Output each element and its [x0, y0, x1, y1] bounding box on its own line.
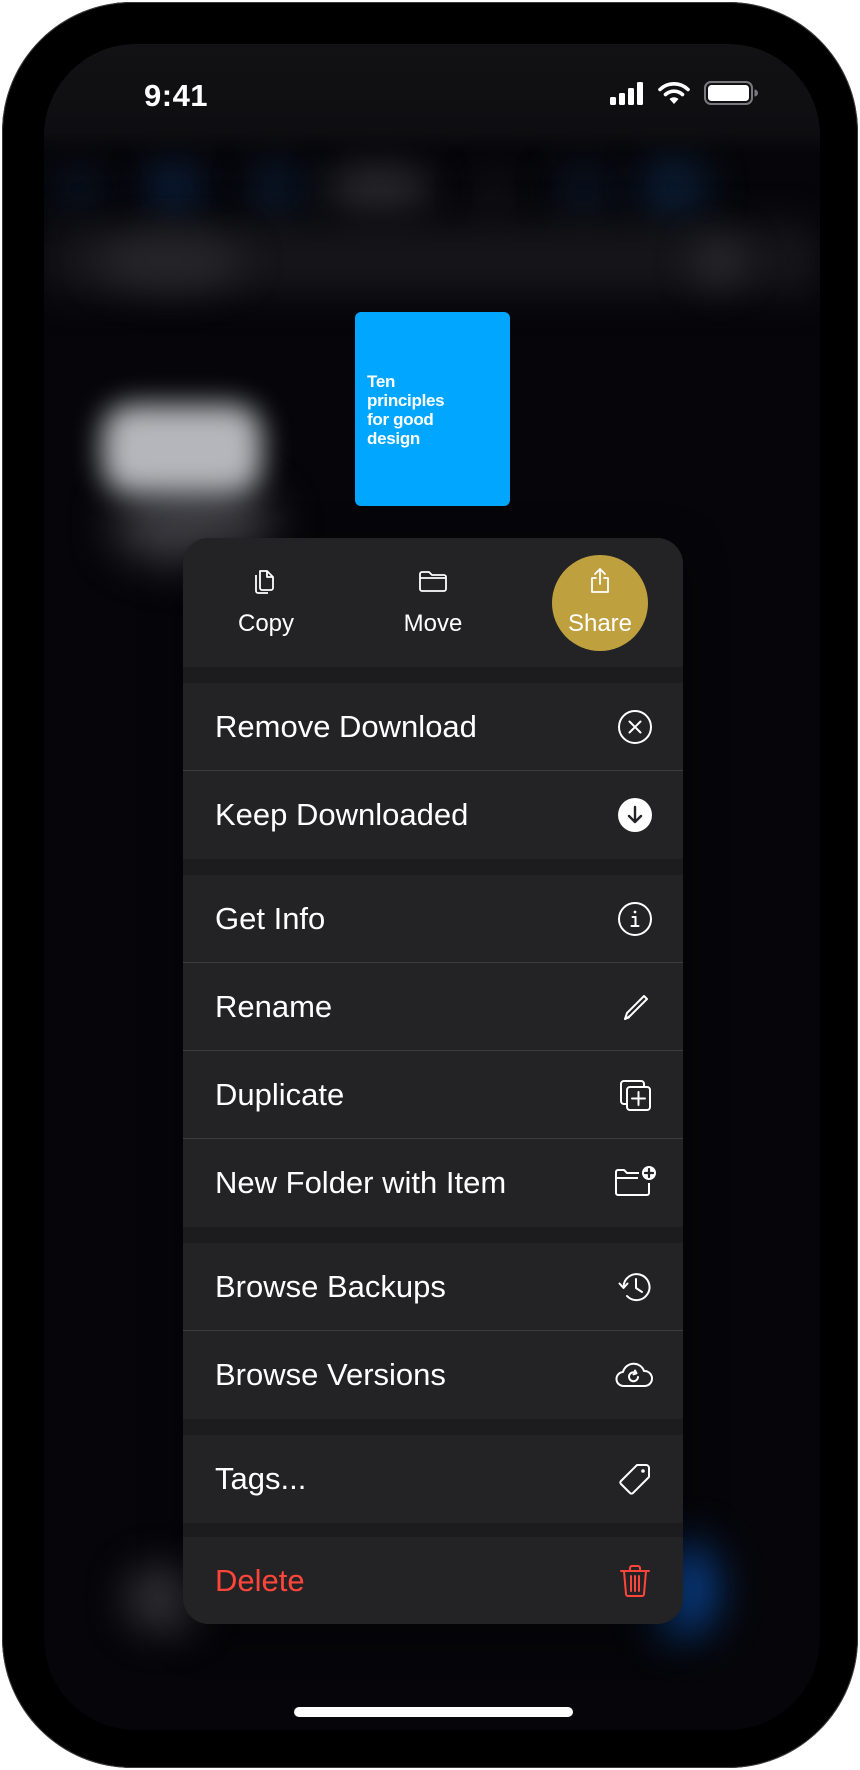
context-menu: Copy Move Share Remove Download Keep Dow… [183, 538, 683, 1624]
menu-item-label: Delete [215, 1563, 305, 1598]
pencil-icon [617, 989, 653, 1025]
copy-label: Copy [237, 610, 295, 637]
menu-item-duplicate[interactable]: Duplicate [183, 1051, 683, 1139]
copy-icon [251, 566, 281, 596]
xmark-circle-icon [617, 709, 653, 745]
menu-item-label: Browse Versions [215, 1357, 446, 1392]
copy-button[interactable]: Copy [183, 538, 349, 667]
document-cover-title: Ten principles for good design [367, 372, 445, 448]
screen: 9:41 Ten principles for good design Copy… [44, 44, 820, 1730]
battery-icon [704, 81, 758, 105]
folder-icon [418, 566, 448, 596]
menu-item-keep-downloaded[interactable]: Keep Downloaded [183, 771, 683, 859]
menu-section-tags: Tags... [183, 1435, 683, 1523]
menu-section-history: Browse Backups Browse Versions [183, 1243, 683, 1419]
menu-item-rename[interactable]: Rename [183, 963, 683, 1051]
menu-item-delete[interactable]: Delete [183, 1537, 683, 1624]
quick-actions-row: Copy Move Share [183, 538, 683, 667]
menu-section-file: Get Info Rename Duplicate New Folder wit… [183, 875, 683, 1227]
phone-frame: 9:41 Ten principles for good design Copy… [2, 2, 858, 1768]
arrow-down-circle-fill-icon [617, 797, 653, 833]
plus-square-on-square-icon [617, 1077, 653, 1113]
menu-section-delete: Delete [183, 1537, 683, 1624]
menu-item-remove-download[interactable]: Remove Download [183, 683, 683, 771]
menu-item-new-folder-with-item[interactable]: New Folder with Item [183, 1139, 683, 1227]
menu-item-label: Get Info [215, 901, 326, 936]
clock-arrow-circlepath-icon [617, 1269, 653, 1305]
menu-item-browse-backups[interactable]: Browse Backups [183, 1243, 683, 1331]
menu-item-get-info[interactable]: Get Info [183, 875, 683, 963]
menu-item-label: New Folder with Item [215, 1165, 507, 1200]
share-label: Share [567, 610, 633, 637]
menu-item-browse-versions[interactable]: Browse Versions [183, 1331, 683, 1419]
menu-item-tags[interactable]: Tags... [183, 1435, 683, 1523]
document-thumbnail[interactable]: Ten principles for good design [355, 312, 510, 506]
menu-item-label: Rename [215, 989, 333, 1024]
share-icon [585, 566, 615, 596]
folder-badge-plus-icon [613, 1165, 657, 1201]
menu-item-label: Tags... [215, 1461, 307, 1496]
menu-item-label: Duplicate [215, 1077, 345, 1112]
menu-item-label: Remove Download [215, 709, 477, 744]
status-time: 9:41 [144, 78, 209, 113]
wifi-icon [658, 81, 690, 105]
cloud-arrow-circlepath-icon [614, 1357, 656, 1393]
info-circle-icon [617, 901, 653, 937]
move-button[interactable]: Move [350, 538, 516, 667]
trash-icon [617, 1563, 653, 1599]
menu-item-label: Keep Downloaded [215, 797, 469, 832]
menu-section-download: Remove Download Keep Downloaded [183, 683, 683, 859]
cellular-signal-icon [610, 81, 644, 105]
tag-icon [617, 1461, 653, 1497]
share-button[interactable]: Share [517, 538, 683, 667]
home-indicator[interactable] [294, 1707, 573, 1717]
menu-item-label: Browse Backups [215, 1269, 446, 1304]
move-label: Move [403, 610, 463, 637]
